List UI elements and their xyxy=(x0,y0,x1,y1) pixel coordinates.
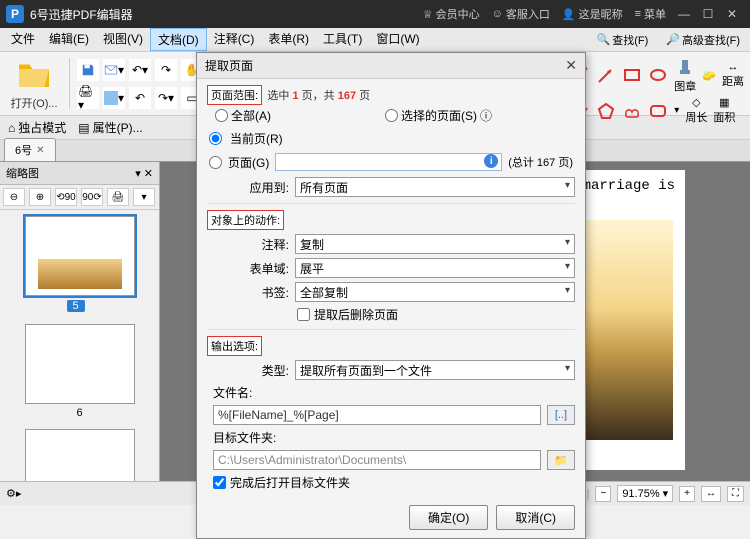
pages-input[interactable] xyxy=(275,153,502,171)
properties-button[interactable]: ▤ 属性(P)... xyxy=(78,119,142,136)
zoom-out-icon[interactable]: ⊖ xyxy=(3,188,25,206)
titlebar: P 6号迅捷PDF编辑器 ♕ 会员中心 ☺ 客服入口 👤 这是昵称 ≡ 菜单 —… xyxy=(0,0,750,28)
total-pages-label: (总计 167 页) xyxy=(508,154,573,170)
menu-1[interactable]: 编辑(E) xyxy=(42,28,96,51)
bookmarks-select[interactable]: 全部复制 xyxy=(295,282,575,302)
filename-macro-button[interactable]: [..] xyxy=(547,405,575,425)
fit-page-icon[interactable]: ⛶ xyxy=(727,486,744,502)
filename-input[interactable]: %[FileName]_%[Page] xyxy=(213,405,541,425)
undo-icon[interactable]: ↶▾ xyxy=(129,59,151,81)
delete-after-checkbox[interactable] xyxy=(297,308,310,321)
stamp-tool[interactable]: 图章 xyxy=(674,56,696,94)
panel-menu-icon[interactable]: ▾ ✕ xyxy=(135,167,153,180)
find-button[interactable]: 🔍查找(F) xyxy=(591,30,655,50)
output-label: 输出选项: xyxy=(207,336,262,356)
dialog-close-icon[interactable]: ✕ xyxy=(565,57,577,74)
open-button[interactable]: 打开(O)... xyxy=(6,54,62,113)
radio-current[interactable]: 当前页(R) xyxy=(209,130,573,147)
zoom-in-button[interactable]: + xyxy=(679,486,695,502)
tab-close-icon[interactable]: ✕ xyxy=(36,145,44,156)
thumbnails-title: 缩略图 xyxy=(6,165,39,181)
dialog-title: 提取页面 xyxy=(205,57,253,74)
menu-2[interactable]: 视图(V) xyxy=(96,28,150,51)
thumbnail-page-5[interactable]: 5 xyxy=(25,216,135,314)
zoom-in-icon[interactable]: ⊕ xyxy=(29,188,51,206)
minimize-button[interactable]: — xyxy=(672,7,696,21)
ok-button[interactable]: 确定(O) xyxy=(409,505,488,530)
scan-icon[interactable]: ▾ xyxy=(103,87,125,109)
print-icon[interactable]: 🖨▾ xyxy=(77,87,99,109)
radio-selected[interactable]: 选择的页面(S) ⓘ xyxy=(385,107,492,124)
app-logo: P xyxy=(6,5,24,23)
menu-3[interactable]: 文档(D) xyxy=(150,28,207,51)
radio-all[interactable]: 全部(A) xyxy=(215,107,271,124)
mail-icon[interactable]: ▾ xyxy=(103,59,125,81)
apply-to-select[interactable]: 所有页面 xyxy=(295,177,575,197)
save-icon[interactable] xyxy=(77,59,99,81)
browse-folder-button[interactable]: 📁 xyxy=(547,450,575,470)
zoom-value[interactable]: 91.75% xyxy=(622,488,659,500)
member-center-link[interactable]: ♕ 会员中心 xyxy=(423,6,480,22)
fit-width-icon[interactable]: ↔ xyxy=(701,486,721,502)
thumb-more-icon[interactable]: ▾ xyxy=(133,188,155,206)
type-select[interactable]: 提取所有页面到一个文件 xyxy=(295,360,575,380)
rotate-right-icon[interactable]: 90⟳ xyxy=(81,188,103,206)
menu-4[interactable]: 注释(C) xyxy=(207,28,262,51)
main-menu[interactable]: ≡ 菜单 xyxy=(635,6,666,22)
thumbnails-panel: 缩略图 ▾ ✕ ⊖ ⊕ ⟲90 90⟳ 🖨 ▾ 5 6 7 xyxy=(0,162,160,481)
distance-tool[interactable]: ↔距离 xyxy=(722,61,744,89)
rotate-left-icon[interactable]: ⟲90 xyxy=(55,188,77,206)
actions-label: 对象上的动作: xyxy=(207,210,284,230)
polygon-shape-icon[interactable] xyxy=(596,101,616,121)
thumbnail-page-6[interactable]: 6 xyxy=(25,324,135,419)
menu-5[interactable]: 表单(R) xyxy=(261,28,316,51)
close-button[interactable]: ✕ xyxy=(720,7,744,21)
app-title: 6号迅捷PDF编辑器 xyxy=(30,6,133,23)
open-after-checkbox[interactable] xyxy=(213,476,226,489)
eraser-tool[interactable]: 🧽 xyxy=(702,69,716,82)
document-tab[interactable]: 6号✕ xyxy=(4,138,56,161)
redo2-icon[interactable]: ↷▾ xyxy=(155,87,177,109)
menu-6[interactable]: 工具(T) xyxy=(316,28,369,51)
perimeter-tool[interactable]: ◇周长 xyxy=(685,96,707,125)
menu-7[interactable]: 窗口(W) xyxy=(369,28,426,51)
arrow-shape-icon[interactable] xyxy=(596,65,616,85)
annotations-select[interactable]: 复制 xyxy=(295,234,575,254)
extract-pages-dialog: 提取页面 ✕ 页面范围: 选中 1 页，共 167 页 全部(A) 选择的页面(S… xyxy=(196,52,586,539)
undo2-icon[interactable]: ↶ xyxy=(129,87,151,109)
forms-select[interactable]: 展平 xyxy=(295,258,575,278)
menubar: 文件编辑(E)视图(V)文档(D)注释(C)表单(R)工具(T)窗口(W) 🔍查… xyxy=(0,28,750,52)
page-text: marriage is xyxy=(583,178,675,194)
oval-shape-icon[interactable] xyxy=(648,65,668,85)
cloud-shape-icon[interactable] xyxy=(622,101,642,121)
adv-find-button[interactable]: 🔎高级查找(F) xyxy=(660,30,746,50)
page-range-label: 页面范围: xyxy=(207,85,262,105)
options-icon[interactable]: ⚙▸ xyxy=(6,487,21,500)
menu-0[interactable]: 文件 xyxy=(4,28,42,51)
folder-input[interactable]: C:\Users\Administrator\Documents\ xyxy=(213,450,541,470)
nickname[interactable]: 👤 这是昵称 xyxy=(562,6,623,22)
thumb-print-icon[interactable]: 🖨 xyxy=(107,188,129,206)
radio-pages[interactable]: 页面(G) xyxy=(209,154,269,171)
area-tool[interactable]: ▦面积 xyxy=(713,96,735,125)
exclusive-mode-toggle[interactable]: ⌂ 独占模式 xyxy=(8,119,66,136)
redo-icon[interactable]: ↷ xyxy=(155,59,177,81)
support-link[interactable]: ☺ 客服入口 xyxy=(492,6,550,22)
rounded-rect-icon[interactable] xyxy=(648,101,668,121)
rect-shape-icon[interactable] xyxy=(622,65,642,85)
cancel-button[interactable]: 取消(C) xyxy=(496,505,575,530)
page-range-info: 选中 1 页，共 167 页 xyxy=(267,90,370,102)
thumbnail-page-7[interactable]: 7 xyxy=(25,429,135,481)
maximize-button[interactable]: ☐ xyxy=(696,7,720,21)
zoom-out-button[interactable]: − xyxy=(595,486,611,502)
